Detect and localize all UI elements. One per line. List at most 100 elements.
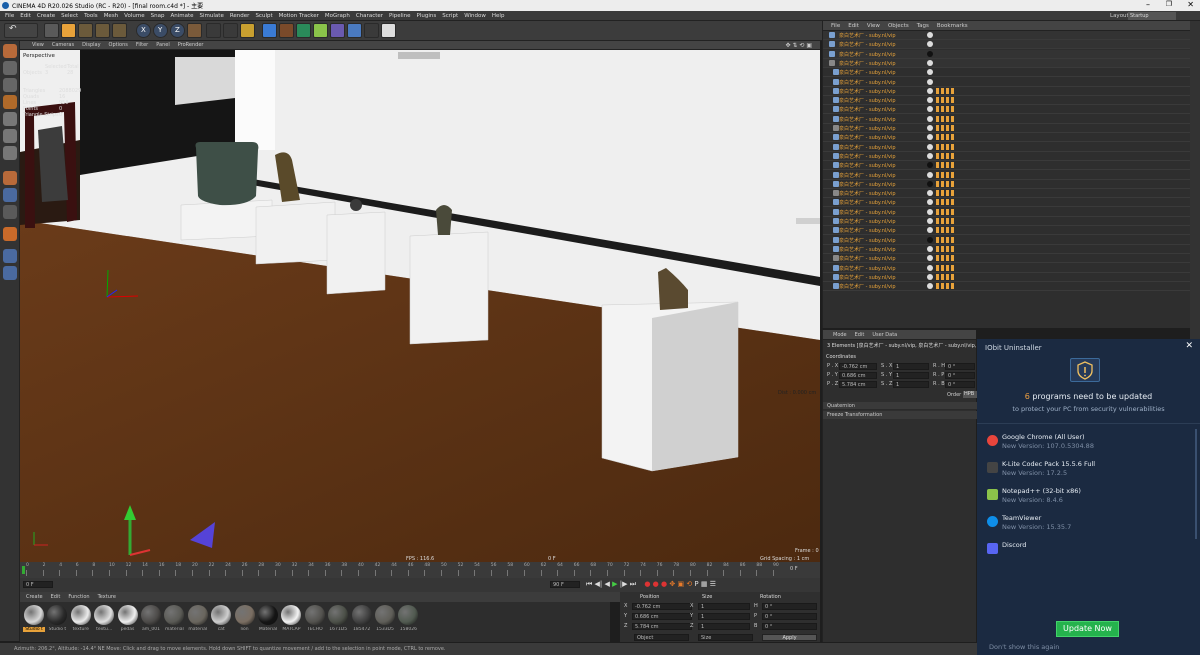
material-tag-icon[interactable] — [927, 180, 933, 187]
uvw-tag-icon[interactable] — [936, 87, 954, 94]
end-frame-field[interactable]: 90 F — [550, 581, 580, 588]
object-row[interactable]: 泉白艺术厂 - suby.nl/vip — [823, 68, 1191, 78]
popup-scrollbar[interactable] — [1195, 429, 1197, 539]
object-row[interactable]: 泉白艺术厂 - suby.nl/vip — [823, 245, 1191, 254]
layout-select[interactable]: Startup — [1128, 12, 1176, 20]
snap-icon[interactable] — [3, 205, 17, 219]
uvw-tag-icon[interactable] — [936, 236, 954, 243]
program-item[interactable]: Discord — [987, 541, 1187, 563]
attribute-menu-user-data[interactable]: User Data — [872, 332, 897, 338]
object-name[interactable]: 泉白艺术厂 - suby.nl/vip — [839, 199, 896, 206]
point-level-icon[interactable]: ▦ — [701, 580, 708, 588]
uvw-tag-icon[interactable] — [936, 115, 954, 122]
quaternion-section[interactable]: Quaternion — [823, 402, 977, 410]
uvw-tag-icon[interactable] — [936, 190, 954, 197]
uvw-tag-icon[interactable] — [936, 227, 954, 234]
deformer-button[interactable] — [330, 23, 345, 38]
playback-controls[interactable]: ⏮ ◀| ◀ ▶ |▶ ⏭ ● ● ● ✥ ▣ ⟲ P ▦ ☰ — [586, 580, 716, 589]
camera-label[interactable]: Perspective — [23, 53, 55, 59]
viewport-menu-view[interactable]: View — [28, 41, 48, 50]
material-swatch[interactable] — [187, 605, 208, 625]
object-row[interactable]: 泉白艺术厂 - suby.nl/vip — [823, 236, 1191, 245]
menu-script[interactable]: Script — [439, 11, 461, 21]
material-tag-icon[interactable] — [927, 273, 933, 280]
playhead[interactable] — [22, 566, 25, 574]
object-row[interactable]: 泉白艺术厂 - suby.nl/vip — [823, 189, 1191, 199]
menu-render[interactable]: Render — [227, 11, 253, 21]
object-name[interactable]: 泉白艺术厂 - suby.nl/vip — [839, 116, 896, 123]
material-tag-icon[interactable] — [927, 171, 933, 178]
material-tag-icon[interactable] — [927, 227, 933, 234]
material-swatch[interactable] — [375, 605, 395, 625]
coords-rotation-field[interactable]: 0 ° — [762, 623, 817, 630]
uvw-tag-icon[interactable] — [936, 264, 954, 271]
object-name[interactable]: 泉白艺术厂 - suby.nl/vip — [839, 134, 896, 141]
rotate-tool-button[interactable] — [95, 23, 110, 38]
material-tag-icon[interactable] — [927, 69, 933, 76]
undo-button[interactable]: ↶ — [4, 23, 38, 38]
dont-show-again-link[interactable]: Don't show this again — [989, 643, 1059, 651]
solo-icon[interactable] — [3, 266, 17, 280]
material-tag-icon[interactable] — [927, 106, 933, 113]
menu-plugins[interactable]: Plugins — [414, 11, 440, 21]
object-name[interactable]: 泉白艺术厂 - suby.nl/vip — [839, 162, 896, 169]
recent-tool-button[interactable] — [112, 23, 127, 38]
material-tag-icon[interactable] — [927, 134, 933, 141]
maximize-icon[interactable]: ❐ — [1166, 0, 1172, 8]
material-tag-icon[interactable] — [927, 208, 933, 215]
object-name[interactable]: 泉白艺术厂 - suby.nl/vip — [839, 60, 896, 67]
viewport-menu-options[interactable]: Options — [105, 41, 132, 50]
model-mode-icon[interactable] — [3, 61, 17, 75]
material-tag-icon[interactable] — [927, 115, 933, 122]
uvw-tag-icon[interactable] — [936, 199, 954, 206]
uvw-tag-icon[interactable] — [936, 97, 954, 104]
object-name[interactable]: 泉白艺术厂 - suby.nl/vip — [839, 97, 896, 104]
material-swatch[interactable] — [398, 605, 419, 625]
attr-rotation-field[interactable]: 0 ° — [945, 363, 975, 370]
make-editable-icon[interactable] — [3, 44, 17, 58]
update-now-button[interactable]: Update Now — [1056, 621, 1119, 637]
menu-select[interactable]: Select — [58, 11, 81, 21]
scale-tool-button[interactable] — [78, 23, 93, 38]
menu-window[interactable]: Window — [461, 11, 489, 21]
coordinate-system-button[interactable] — [187, 23, 202, 38]
material-tag-icon[interactable] — [927, 87, 933, 94]
material-tag-icon[interactable] — [927, 50, 933, 57]
coords-size-field[interactable]: 1 — [698, 623, 750, 630]
object-name[interactable]: 泉白艺术厂 - suby.nl/vip — [839, 255, 896, 262]
material-swatch[interactable] — [234, 605, 255, 625]
viewport-navigation-icons[interactable]: ✥ ⇅ ⟲ ▣ — [782, 41, 816, 50]
menu-character[interactable]: Character — [353, 11, 386, 21]
viewport-menu-display[interactable]: Display — [78, 41, 104, 50]
object-row[interactable]: 泉白艺术厂 - suby.nl/vip — [823, 198, 1191, 208]
object-row[interactable]: 泉白艺术厂 - suby.nl/vip — [823, 217, 1191, 226]
material-tag-icon[interactable] — [927, 236, 933, 243]
menu-create[interactable]: Create — [34, 11, 58, 21]
object-name[interactable]: 泉白艺术厂 - suby.nl/vip — [839, 218, 896, 225]
uvw-tag-icon[interactable] — [936, 143, 954, 150]
record-icon[interactable]: ● — [644, 580, 650, 588]
material-menu-create[interactable]: Create — [26, 594, 43, 600]
pen-tool-button[interactable] — [279, 23, 294, 38]
coords-position-field[interactable]: 5.784 cm — [632, 623, 692, 630]
material-swatch[interactable] — [117, 605, 138, 625]
render-view-button[interactable] — [206, 23, 221, 38]
object-row[interactable]: 泉白艺术厂 - suby.nl/vip — [823, 264, 1191, 273]
attribute-menu-edit[interactable]: Edit — [855, 332, 865, 338]
object-name[interactable]: 泉白艺术厂 - suby.nl/vip — [839, 153, 896, 160]
viewport-3d[interactable]: Perspective Selected Total Objects 3 28 Tri… — [20, 50, 820, 562]
uvw-tag-icon[interactable] — [936, 106, 954, 113]
attr-scale-field[interactable]: 1 — [893, 363, 929, 370]
material-menu-edit[interactable]: Edit — [51, 594, 61, 600]
axis-mode-icon[interactable] — [3, 171, 17, 185]
play-reverse-icon[interactable]: ◀ — [605, 580, 610, 588]
render-picture-viewer-button[interactable] — [223, 23, 238, 38]
live-selection-button[interactable] — [44, 23, 59, 38]
object-menu-tags[interactable]: Tags — [913, 21, 933, 31]
object-menu-bookmarks[interactable]: Bookmarks — [933, 21, 972, 31]
uvw-tag-icon[interactable] — [936, 162, 954, 169]
menu-mesh[interactable]: Mesh — [101, 11, 121, 21]
attribute-menu-mode[interactable]: Mode — [833, 332, 847, 338]
object-row[interactable]: 泉白艺术厂 - suby.nl/vip — [823, 180, 1191, 189]
uvw-tag-icon[interactable] — [936, 218, 954, 224]
